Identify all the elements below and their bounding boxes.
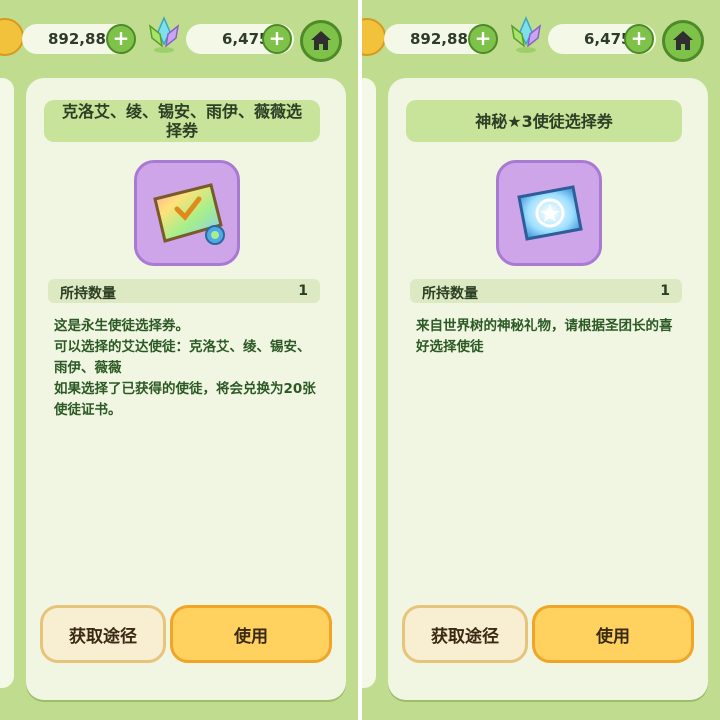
quantity-row: 所持数量 1: [48, 279, 320, 303]
item-title-banner: 神秘★3使徒选择券: [406, 100, 682, 142]
item-icon-frame: [496, 160, 602, 266]
description-line: 这是永生使徒选择券。: [54, 318, 189, 334]
crystal-flower-icon: [148, 16, 180, 53]
quantity-row: 所持数量 1: [410, 279, 682, 303]
home-icon: [311, 31, 331, 50]
rainbow-ticket-icon: [153, 183, 225, 245]
description-line: 如果选择了已获得的使徒，将会兑换为20张使徒证书。: [54, 381, 316, 418]
acquisition-source-button[interactable]: 获取途径: [40, 605, 166, 663]
crystal-flower-icon: [510, 16, 542, 53]
item-detail-card: 神秘★3使徒选择券 所持数量 1 来自世界树的神秘礼物，请根据圣团长的喜好选择使…: [388, 78, 708, 700]
item-icon-frame: [134, 160, 240, 266]
quantity-value: 1: [298, 283, 308, 299]
blue-star-ticket-icon: [517, 185, 583, 241]
add-coins-plus-icon[interactable]: +: [106, 24, 136, 54]
home-button[interactable]: [300, 20, 342, 62]
home-icon: [673, 31, 693, 50]
previous-card-edge[interactable]: [0, 78, 14, 688]
description-line: 来自世界树的神秘礼物，请根据圣团长的喜好选择使徒: [416, 318, 673, 355]
add-crystals-plus-icon[interactable]: +: [624, 24, 654, 54]
description-line: 可以选择的艾达使徒：克洛艾、绫、锡安、雨伊、薇薇: [54, 339, 311, 376]
use-button[interactable]: 使用: [532, 605, 694, 663]
add-crystals-plus-icon[interactable]: +: [262, 24, 292, 54]
use-button[interactable]: 使用: [170, 605, 332, 663]
quantity-value: 1: [660, 283, 670, 299]
previous-card-edge[interactable]: [362, 78, 376, 688]
item-detail-card: 克洛艾、绫、锡安、雨伊、薇薇选择券 所持数量 1 这是永生使徒选择券。 可以选择…: [26, 78, 346, 700]
quantity-label: 所持数量: [60, 286, 116, 302]
home-button[interactable]: [662, 20, 704, 62]
quantity-label: 所持数量: [422, 286, 478, 302]
acquisition-source-button[interactable]: 获取途径: [402, 605, 528, 663]
gold-coin-icon: [362, 18, 386, 56]
item-title-banner: 克洛艾、绫、锡安、雨伊、薇薇选择券: [44, 100, 320, 142]
item-title: 神秘★3使徒选择券: [475, 111, 613, 131]
left-screenshot-panel: 892,880 + 6,475 + 克洛艾、绫、锡安、雨伊、薇薇选择券 所持数量…: [0, 0, 358, 720]
item-description: 这是永生使徒选择券。 可以选择的艾达使徒：克洛艾、绫、锡安、雨伊、薇薇 如果选择…: [54, 316, 316, 421]
right-screenshot-panel: 892,880 + 6,475 + 神秘★3使徒选择券 所持数量 1 来自世界树…: [362, 0, 720, 720]
item-title: 克洛艾、绫、锡安、雨伊、薇薇选择券: [61, 102, 302, 140]
gold-coin-icon: [0, 18, 24, 56]
add-coins-plus-icon[interactable]: +: [468, 24, 498, 54]
item-description: 来自世界树的神秘礼物，请根据圣团长的喜好选择使徒: [416, 316, 678, 358]
